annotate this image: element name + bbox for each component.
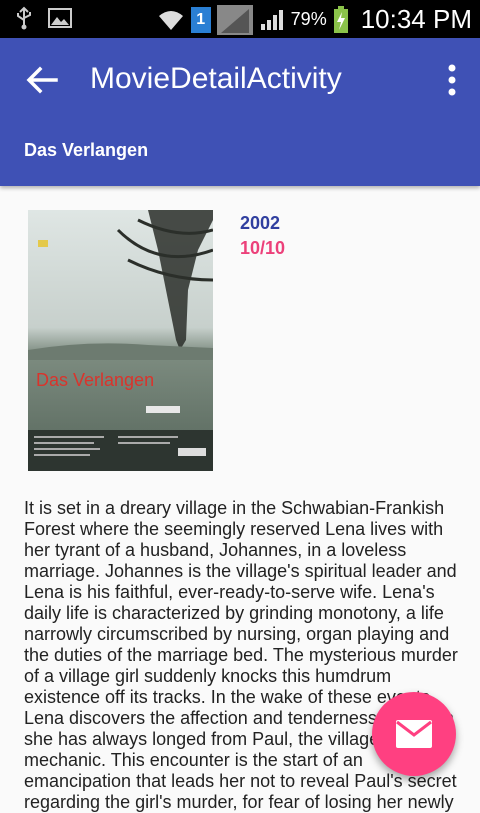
email-icon (396, 720, 432, 748)
share-email-button[interactable] (372, 692, 456, 776)
more-vert-icon[interactable] (444, 64, 460, 96)
wifi-icon (158, 10, 183, 30)
usb-icon (17, 6, 31, 30)
status-bar: 1 79% 10:34 PM (0, 0, 480, 38)
clock: 10:34 PM (360, 4, 472, 34)
page-title: MovieDetailActivity (90, 62, 342, 95)
release-year: 2002 (240, 213, 281, 233)
battery-charging-icon (333, 5, 348, 33)
signal-empty-icon (216, 4, 253, 35)
poster-title-text: Das Verlangen (36, 370, 154, 390)
signal-strength-icon (260, 9, 283, 30)
rating: 10/10 (240, 238, 286, 258)
movie-poster: Das Verlangen (28, 210, 213, 471)
sim-badge-number: 1 (196, 10, 206, 28)
image-notification-icon (48, 8, 72, 28)
app-bar: MovieDetailActivity Das Verlangen (0, 38, 480, 186)
sim-badge: 1 (190, 6, 211, 33)
movie-title-header: Das Verlangen (24, 140, 149, 160)
battery-percent: 79% (290, 9, 327, 29)
arrow-back-icon[interactable] (24, 62, 60, 98)
poster-artwork: Das Verlangen (28, 210, 213, 471)
